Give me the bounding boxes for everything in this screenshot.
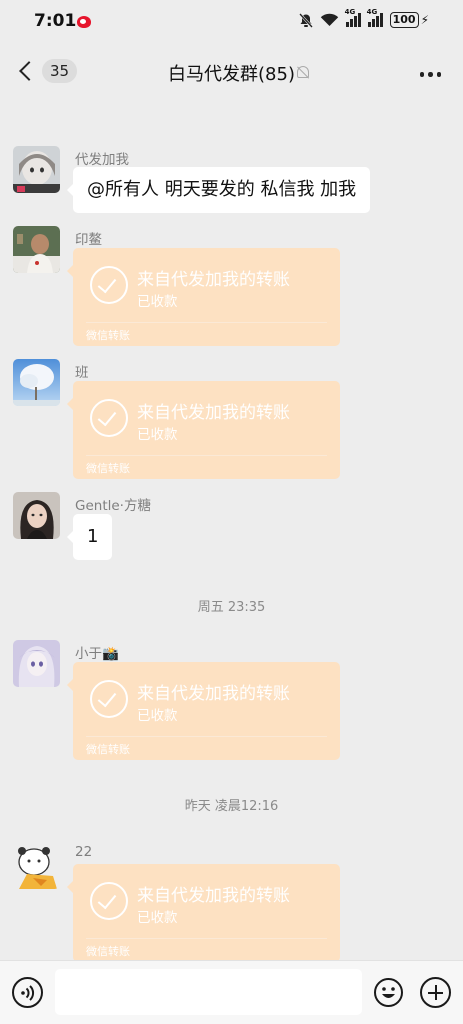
transfer-title: 来自代发加我的转账: [137, 403, 290, 423]
sender-name: Gentle·方糖: [75, 498, 151, 514]
transfer-title: 来自代发加我的转账: [137, 886, 290, 906]
divider: [86, 736, 327, 737]
wifi-icon: [320, 13, 338, 26]
more-button[interactable]: [419, 72, 441, 77]
avatar[interactable]: [13, 226, 60, 273]
weibo-icon: [77, 16, 91, 28]
transfer-footer: 微信转账: [86, 945, 130, 958]
transfer-title: 来自代发加我的转账: [137, 684, 290, 704]
battery-icon: 100 ⚡: [389, 12, 429, 28]
voice-icon: [21, 985, 35, 1001]
message-input[interactable]: [55, 969, 362, 1015]
emoji-button[interactable]: [373, 977, 404, 1008]
avatar[interactable]: [13, 492, 60, 539]
input-bar: [0, 960, 463, 1024]
divider: [86, 322, 327, 323]
transfer-status: 已收款: [137, 294, 178, 310]
transfer-footer: 微信转账: [86, 462, 130, 475]
signal-label: 4G: [366, 8, 378, 16]
divider: [86, 455, 327, 456]
check-circle-icon: [90, 680, 128, 718]
status-time: 7:01: [34, 11, 77, 31]
battery-level: 100: [389, 12, 419, 28]
chat-title: 白马代发群(85): [168, 64, 295, 85]
cell-signal-icon: 4G: [367, 8, 383, 27]
charging-icon: ⚡: [420, 13, 429, 27]
more-dot: [436, 72, 441, 77]
more-dot: [419, 72, 424, 77]
signal-label: 4G: [344, 8, 356, 16]
transfer-card[interactable]: 来自代发加我的转账 已收款 微信转账: [67, 381, 340, 479]
text-bubble[interactable]: 1: [66, 514, 113, 560]
mute-bell-icon: [297, 66, 309, 78]
text-bubble[interactable]: @所有人 明天要发的 私信我 加我: [66, 167, 371, 213]
message-list[interactable]: 代发加我 @所有人 明天要发的 私信我 加我 印鳌 来自代发加我的转账 已收款 …: [0, 100, 463, 960]
transfer-status: 已收款: [137, 910, 178, 926]
avatar[interactable]: [13, 146, 60, 193]
avatar[interactable]: [13, 842, 60, 889]
transfer-title: 来自代发加我的转账: [137, 270, 290, 290]
transfer-status: 已收款: [137, 708, 178, 724]
timestamp: 昨天 凌晨12:16: [184, 799, 279, 814]
check-circle-icon: [90, 399, 128, 437]
transfer-card[interactable]: 来自代发加我的转账 已收款 微信转账: [67, 662, 340, 760]
more-dot: [428, 72, 433, 77]
status-bar: 7:01 4G 4G 100 ⚡: [0, 0, 463, 44]
plus-button[interactable]: [420, 977, 451, 1008]
emoji-icon: [374, 978, 403, 1007]
check-circle-icon: [90, 882, 128, 920]
chat-header: 35 白马代发群(85): [0, 44, 463, 100]
voice-button[interactable]: [12, 977, 43, 1008]
bell-off-icon: [298, 12, 313, 28]
avatar[interactable]: [13, 359, 60, 406]
sender-name: 班: [75, 365, 89, 381]
avatar[interactable]: [13, 640, 60, 687]
check-circle-icon: [90, 266, 128, 304]
transfer-card[interactable]: 来自代发加我的转账 已收款 微信转账: [67, 248, 340, 346]
timestamp: 周五 23:35: [197, 600, 266, 615]
cell-signal-icon: 4G: [345, 8, 361, 27]
transfer-footer: 微信转账: [86, 329, 130, 342]
sender-name: 22: [75, 844, 93, 860]
transfer-card[interactable]: 来自代发加我的转账 已收款 微信转账: [67, 864, 340, 960]
sender-name: 印鳌: [75, 232, 102, 248]
sender-name: 代发加我: [75, 152, 129, 168]
divider: [86, 938, 327, 939]
sender-name: 小于📸: [75, 646, 119, 662]
status-icons: 4G 4G 100 ⚡: [298, 8, 429, 28]
transfer-footer: 微信转账: [86, 743, 130, 756]
transfer-status: 已收款: [137, 427, 178, 443]
